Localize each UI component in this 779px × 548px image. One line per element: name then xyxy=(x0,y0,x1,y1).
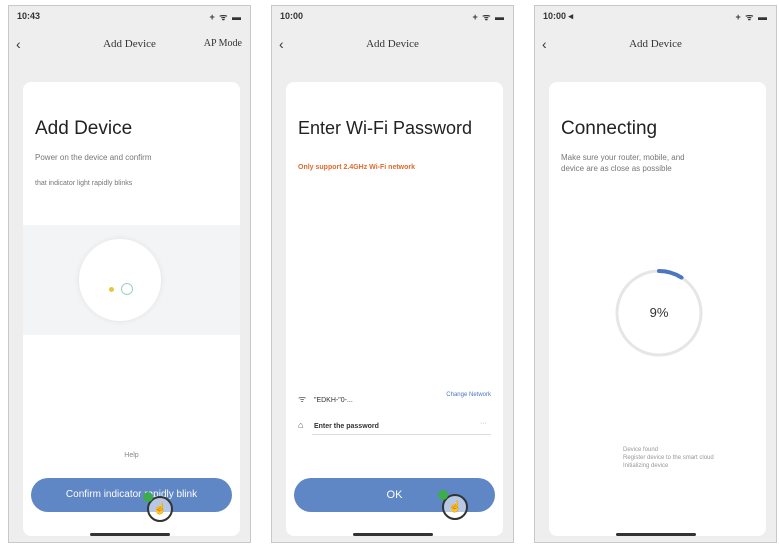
status-icons: + ᯤ ▬ xyxy=(735,12,768,22)
hand-glyph: ☝ xyxy=(153,503,167,515)
device-preview-image xyxy=(23,225,240,335)
indicator-light-icon xyxy=(109,287,114,292)
home-indicator xyxy=(615,533,696,536)
instruction-line-2: device are as close as possible xyxy=(561,164,672,173)
password-underline xyxy=(312,434,491,435)
home-indicator xyxy=(89,533,170,536)
tap-hand-icon: ☝ xyxy=(438,490,468,520)
wifi-network-row: ᯤ "EDKH-"0-... Change Network xyxy=(298,392,491,405)
status-bar: 10:00 ◂ + ᯤ ▬ xyxy=(535,6,776,26)
step-initializing: Initializing device xyxy=(623,463,669,469)
status-time: 10:00 ◂ xyxy=(543,11,574,21)
ap-mode-button[interactable]: AP Mode xyxy=(204,38,242,49)
content-card: Add Device Power on the device and confi… xyxy=(23,82,240,536)
nav-bar: ‹ Add Device xyxy=(272,26,513,64)
wifi-icon: ᯤ xyxy=(298,394,307,404)
tap-hand-icon: ☝ xyxy=(143,492,173,522)
instruction-line-2: that indicator light rapidly blinks xyxy=(35,180,133,187)
tap-indicator-dot xyxy=(438,490,448,500)
hand-glyph: ☝ xyxy=(448,501,462,513)
indicator-ring-icon xyxy=(121,283,133,295)
nav-bar: ‹ Add Device xyxy=(535,26,776,64)
confirm-blink-button[interactable]: Confirm indicator rapidly blink xyxy=(31,478,232,512)
status-bar: 10:00 + ᯤ ▬ xyxy=(272,6,513,26)
phone-screen-wifi-password: 10:00 + ᯤ ▬ ‹ Add Device Enter Wi-Fi Pas… xyxy=(271,5,514,543)
instruction-line-1: Make sure your router, mobile, and xyxy=(561,153,685,162)
instruction-line-1: Power on the device and confirm xyxy=(35,153,152,162)
page-heading: Enter Wi-Fi Password xyxy=(298,118,473,138)
frequency-warning: Only support 2.4GHz Wi-Fi network xyxy=(298,164,416,171)
step-register-cloud: Register device to the smart cloud xyxy=(623,455,714,461)
password-row[interactable]: ⌂ Enter the password ··· xyxy=(298,420,491,435)
device-circle xyxy=(79,239,161,321)
content-card: Connecting Make sure your router, mobile… xyxy=(549,82,766,536)
connection-steps: Device found Register device to the smar… xyxy=(623,446,714,470)
page-heading: Add Device xyxy=(35,118,133,139)
nav-title: Add Device xyxy=(366,38,419,50)
tap-indicator-dot xyxy=(143,492,153,502)
status-time: 10:43 xyxy=(17,11,41,21)
step-device-found: Device found xyxy=(623,447,659,453)
nav-bar: ‹ Add Device AP Mode xyxy=(9,26,250,64)
status-icons: + ᯤ ▬ xyxy=(472,12,505,22)
help-link[interactable]: Help xyxy=(23,452,240,459)
phone-screen-connecting: 10:00 ◂ + ᯤ ▬ ‹ Add Device Connecting Ma… xyxy=(534,5,777,543)
change-network-link[interactable]: Change Network xyxy=(446,392,491,398)
password-visibility-icon[interactable]: ··· xyxy=(480,420,487,427)
content-card: Enter Wi-Fi Password Only support 2.4GHz… xyxy=(286,82,503,536)
home-indicator xyxy=(352,533,433,536)
password-input[interactable]: Enter the password xyxy=(314,423,379,430)
wifi-name: "EDKH-"0-... xyxy=(313,397,353,404)
status-bar: 10:43 + ᯤ ▬ xyxy=(9,6,250,26)
progress-percent: 9% xyxy=(649,305,669,320)
page-heading: Connecting xyxy=(561,118,658,139)
lock-icon: ⌂ xyxy=(298,420,304,430)
status-icons: + ᯤ ▬ xyxy=(209,12,242,22)
phone-screen-add-device: 10:43 + ᯤ ▬ ‹ Add Device AP Mode Add Dev… xyxy=(8,5,251,543)
status-time: 10:00 xyxy=(280,11,304,21)
nav-title: Add Device xyxy=(629,38,682,50)
